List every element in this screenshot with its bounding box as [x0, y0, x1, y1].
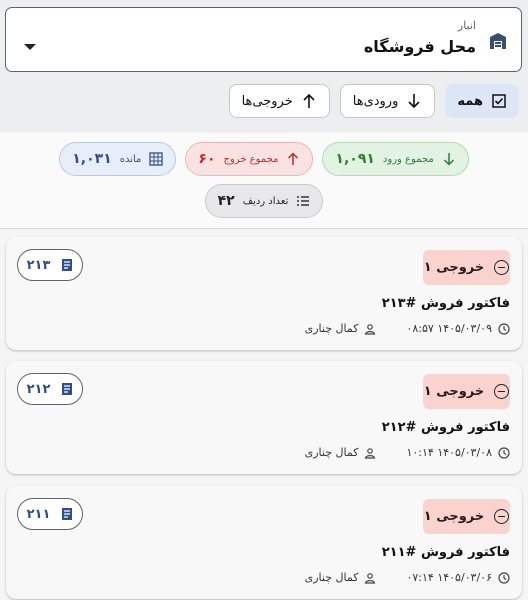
- row-count-pill: تعداد ردیف ۴۲: [204, 184, 324, 218]
- receipt-icon: [59, 382, 73, 396]
- arrow-up-icon: [286, 152, 300, 166]
- document-number-badge[interactable]: ۲۱۲: [17, 373, 83, 405]
- record-datetime: ۱۴۰۵/۰۳/۰۶ ۰۷:۱۴: [406, 571, 492, 584]
- record-meta: ۱۴۰۵/۰۳/۰۸ ۱۰:۱۴ کمال چناری: [305, 446, 510, 459]
- caret-down-icon[interactable]: [24, 44, 36, 50]
- record-type-label: خروجی ۱: [423, 260, 485, 275]
- header-area: انبار محل فروشگاه همه ورودی‌ها خروجی‌ها: [0, 0, 528, 132]
- record-meta: ۱۴۰۵/۰۳/۰۶ ۰۷:۱۴ کمال چناری: [305, 571, 510, 584]
- filter-out-label: خروجی‌ها: [241, 93, 293, 109]
- record-title: فاکتور فروش #۲۱۳: [381, 296, 510, 311]
- arrow-down-icon: [406, 93, 422, 109]
- document-number-badge[interactable]: ۲۱۱: [17, 498, 83, 530]
- row-count-value: ۴۲: [217, 193, 235, 209]
- record-type-badge: خروجی ۱: [423, 499, 510, 534]
- person-icon: [364, 323, 376, 335]
- minus-circle-icon: [494, 509, 510, 524]
- document-number: ۲۱۱: [26, 506, 51, 522]
- record-datetime: ۱۴۰۵/۰۳/۰۸ ۱۰:۱۴: [406, 446, 492, 459]
- total-out-value: ۶۰: [198, 151, 216, 167]
- balance-pill: مانده ۱,۰۳۱: [59, 142, 177, 176]
- record-datetime: ۱۴۰۵/۰۳/۰۹ ۰۸:۵۷: [406, 322, 492, 335]
- warehouse-icon: [488, 31, 508, 51]
- record-title: فاکتور فروش #۲۱۱: [381, 545, 510, 560]
- record-meta: ۱۴۰۵/۰۳/۰۹ ۰۸:۵۷ کمال چناری: [305, 322, 510, 335]
- person-icon: [364, 572, 376, 584]
- total-out-pill: مجموع خروج ۶۰: [185, 142, 314, 176]
- filter-all[interactable]: همه: [445, 84, 519, 118]
- filter-all-label: همه: [457, 93, 483, 109]
- record-user: کمال چناری: [304, 322, 359, 335]
- receipt-icon: [59, 507, 73, 521]
- record-user: کمال چناری: [304, 571, 359, 584]
- record-type-label: خروجی ۱: [423, 384, 485, 399]
- warehouse-field-label: انبار: [457, 19, 476, 32]
- filter-out[interactable]: خروجی‌ها: [228, 84, 330, 118]
- record-title: فاکتور فروش #۲۱۲: [381, 420, 510, 435]
- total-in-value: ۱,۰۹۱: [335, 151, 375, 167]
- record-type-badge: خروجی ۱: [423, 374, 510, 409]
- record-type-label: خروجی ۱: [423, 509, 485, 524]
- filter-in-label: ورودی‌ها: [352, 93, 399, 109]
- warehouse-field-value: محل فروشگاه: [363, 37, 476, 56]
- total-in-label: مجموع ورود: [382, 153, 434, 165]
- record-card[interactable]: خروجی ۱ ۲۱۱ فاکتور فروش #۲۱۱ ۱۴۰۵/۰۳/۰۶ …: [6, 486, 522, 599]
- checklist-icon: [491, 93, 507, 109]
- filter-in[interactable]: ورودی‌ها: [339, 84, 436, 118]
- row-count-label: تعداد ردیف: [242, 195, 289, 207]
- summary-panel: مجموع ورود ۱,۰۹۱ مجموع خروج ۶۰ مانده ۱,۰…: [0, 133, 528, 229]
- filter-chips: همه ورودی‌ها خروجی‌ها: [228, 84, 519, 118]
- total-in-pill: مجموع ورود ۱,۰۹۱: [322, 142, 469, 176]
- document-number: ۲۱۲: [26, 381, 51, 397]
- arrow-down-icon: [442, 152, 456, 166]
- record-card[interactable]: خروجی ۱ ۲۱۲ فاکتور فروش #۲۱۲ ۱۴۰۵/۰۳/۰۸ …: [6, 361, 522, 474]
- clock-icon: [498, 571, 510, 584]
- balance-label: مانده: [119, 153, 142, 165]
- total-out-label: مجموع خروج: [223, 153, 279, 165]
- record-type-badge: خروجی ۱: [423, 250, 510, 285]
- arrow-up-icon: [301, 93, 317, 109]
- minus-circle-icon: [494, 260, 510, 275]
- clock-icon: [498, 446, 510, 459]
- minus-circle-icon: [494, 384, 510, 399]
- warehouse-selector[interactable]: انبار محل فروشگاه: [5, 7, 522, 72]
- balance-value: ۱,۰۳۱: [72, 151, 112, 167]
- record-card[interactable]: خروجی ۱ ۲۱۳ فاکتور فروش #۲۱۳ ۱۴۰۵/۰۳/۰۹ …: [6, 237, 522, 350]
- grid-icon: [149, 152, 164, 166]
- record-user: کمال چناری: [304, 446, 359, 459]
- clock-icon: [498, 322, 510, 335]
- document-number-badge[interactable]: ۲۱۳: [17, 249, 83, 281]
- document-number: ۲۱۳: [26, 257, 51, 273]
- list-icon: [296, 194, 310, 208]
- receipt-icon: [59, 258, 73, 272]
- person-icon: [364, 447, 376, 459]
